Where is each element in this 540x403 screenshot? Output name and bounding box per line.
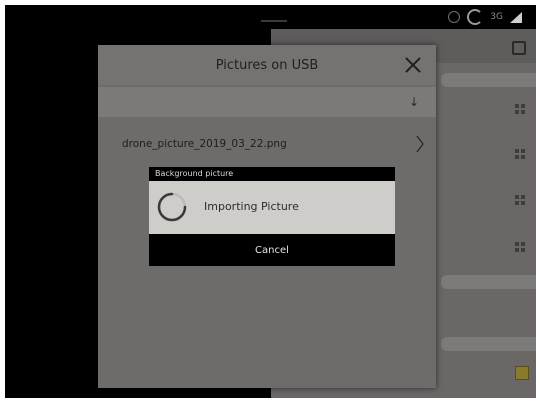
background-list-band — [441, 275, 536, 289]
status-bar: 3G — [5, 5, 536, 29]
status-notch-indicator — [261, 20, 287, 22]
dialog-title-bar: Pictures on USB — [98, 45, 436, 85]
progress-message: Importing Picture — [204, 200, 299, 213]
dialog-title: Pictures on USB — [215, 57, 319, 73]
grid-icon[interactable] — [515, 149, 525, 159]
background-list-band — [441, 337, 536, 351]
grid-icon[interactable] — [515, 195, 525, 205]
network-type-label: 3G — [490, 12, 503, 22]
chevron-right-icon — [416, 135, 424, 153]
edit-icon[interactable] — [512, 41, 526, 55]
clock-icon — [467, 9, 484, 25]
status-icons: 3G — [448, 9, 522, 25]
progress-dialog-body: Importing Picture — [149, 181, 395, 234]
image-icon[interactable] — [515, 366, 529, 380]
file-toolbar: ↓ — [98, 87, 436, 117]
device-screen: 3G Pictures on USB ↓ drone_picture_2019_… — [5, 5, 536, 398]
spinner-icon — [157, 192, 187, 222]
signal-icon — [510, 11, 522, 23]
progress-dialog: Background picture Importing Picture Can… — [149, 167, 395, 266]
sort-icon[interactable]: ↓ — [408, 94, 420, 110]
background-list-band — [441, 73, 536, 87]
file-list-item[interactable]: drone_picture_2019_03_22.png — [98, 131, 436, 157]
progress-dialog-title: Background picture — [155, 169, 234, 178]
grid-icon[interactable] — [515, 104, 525, 114]
file-name: drone_picture_2019_03_22.png — [122, 138, 287, 150]
circle-icon — [448, 11, 461, 23]
close-icon[interactable] — [404, 56, 422, 74]
grid-icon[interactable] — [515, 242, 525, 252]
cancel-button[interactable]: Cancel — [149, 235, 395, 266]
